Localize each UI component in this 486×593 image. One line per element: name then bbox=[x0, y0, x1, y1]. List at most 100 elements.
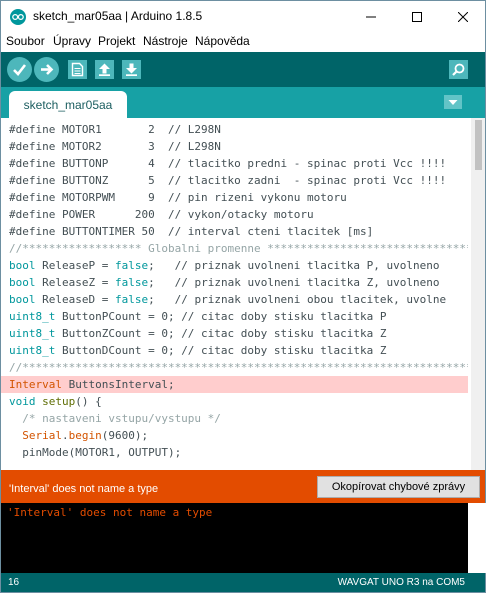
open-icon bbox=[99, 63, 110, 76]
chevron-down-icon bbox=[448, 99, 458, 105]
code-token: . bbox=[62, 429, 69, 442]
code-token: false bbox=[114, 276, 149, 289]
code-token: #define BUTTONZ 5 // tlacitko zadni - sp… bbox=[9, 174, 447, 187]
serial-monitor-button[interactable] bbox=[446, 57, 471, 82]
code-line: bool ReleaseP = false; // priznak uvolne… bbox=[1, 257, 468, 274]
menu-help[interactable]: Nápověda bbox=[195, 34, 250, 48]
code-token: ButtonsInterval; bbox=[61, 378, 175, 391]
console-scrollbar[interactable] bbox=[468, 503, 486, 573]
code-line: void setup() { bbox=[1, 393, 468, 410]
code-token: uint8_t bbox=[9, 310, 56, 323]
verify-button[interactable] bbox=[7, 57, 32, 82]
editor-scroll-thumb[interactable] bbox=[475, 120, 482, 170]
code-token: pinMode(MOTOR1, OUTPUT); bbox=[9, 446, 182, 459]
code-line: uint8_t ButtonPCount = 0; // citac doby … bbox=[1, 308, 468, 325]
code-token: #define MOTOR2 3 // L298N bbox=[9, 140, 221, 153]
menu-edit[interactable]: Úpravy bbox=[53, 34, 91, 48]
menu-file[interactable]: Soubor bbox=[6, 34, 45, 48]
code-line: #define BUTTONZ 5 // tlacitko zadni - sp… bbox=[1, 172, 468, 189]
save-icon bbox=[126, 63, 137, 76]
code-token: ; // priznak uvolneni tlacitka Z, uvolne… bbox=[148, 276, 440, 289]
serial-monitor-icon bbox=[452, 63, 465, 76]
title-bar: sketch_mar05aa | Arduino 1.8.5 bbox=[0, 0, 486, 32]
code-line: bool ReleaseD = false; // priznak uvolne… bbox=[1, 291, 468, 308]
minimize-icon bbox=[366, 16, 376, 17]
code-line: #define MOTOR2 3 // L298N bbox=[1, 138, 468, 155]
menu-sketch[interactable]: Projekt bbox=[98, 34, 135, 48]
code-token: false bbox=[114, 259, 149, 272]
code-token: bool bbox=[9, 293, 36, 306]
tab-bar: sketch_mar05aa bbox=[0, 87, 486, 118]
verify-icon bbox=[13, 64, 27, 76]
window-title: sketch_mar05aa | Arduino 1.8.5 bbox=[33, 9, 203, 23]
code-line: Serial.begin(9600); bbox=[1, 427, 468, 444]
code-token: #define BUTTONTIMER 50 // interval cteni… bbox=[9, 225, 374, 238]
code-token: ButtonPCount = 0; // citac doby stisku t… bbox=[55, 310, 387, 323]
error-status-bar: 'Interval' does not name a type Okopírov… bbox=[0, 470, 486, 503]
code-line: /* nastaveni vstupu/vystupu */ bbox=[1, 410, 468, 427]
code-token: () { bbox=[75, 395, 102, 408]
code-token: ButtonZCount = 0; // citac doby stisku t… bbox=[55, 327, 387, 340]
new-icon bbox=[71, 62, 84, 77]
code-token: ReleaseZ = bbox=[35, 276, 115, 289]
menu-bar: Soubor Úpravy Projekt Nástroje Nápověda bbox=[0, 32, 486, 52]
tab-menu-button[interactable] bbox=[444, 95, 462, 109]
code-token: ReleaseP = bbox=[35, 259, 115, 272]
close-button[interactable] bbox=[440, 1, 486, 32]
tab-sketch[interactable]: sketch_mar05aa bbox=[9, 91, 127, 118]
code-editor[interactable]: #define MOTOR1 2 // L298N #define MOTOR2 … bbox=[0, 118, 486, 470]
code-token: (9600); bbox=[101, 429, 149, 442]
code-line: uint8_t ButtonDCount = 0; // citac doby … bbox=[1, 342, 468, 359]
code-token: #define BUTTONP 4 // tlacitko predni - s… bbox=[9, 157, 447, 170]
console-output: 'Interval' does not name a type bbox=[0, 503, 486, 573]
code-line: //****************** Globalni promenne *… bbox=[1, 240, 468, 257]
editor-scrollbar[interactable] bbox=[471, 118, 485, 470]
code-line: uint8_t ButtonZCount = 0; // citac doby … bbox=[1, 325, 468, 342]
menu-tools[interactable]: Nástroje bbox=[143, 34, 188, 48]
code-line: bool ReleaseZ = false; // priznak uvolne… bbox=[1, 274, 468, 291]
code-line: Interval ButtonsInterval; bbox=[1, 376, 468, 393]
upload-button[interactable] bbox=[34, 57, 59, 82]
save-button[interactable] bbox=[119, 57, 144, 82]
code-token: //****************** Globalni promenne *… bbox=[9, 242, 468, 255]
code-token: ; // priznak uvolneni tlacitka P, uvolne… bbox=[148, 259, 440, 272]
arduino-logo-icon bbox=[10, 9, 26, 25]
maximize-icon bbox=[412, 11, 422, 22]
code-token: begin bbox=[68, 429, 102, 442]
new-sketch-button[interactable] bbox=[65, 57, 90, 82]
upload-icon bbox=[41, 64, 54, 75]
code-token: #define MOTORPWM 9 // pin rizeni vykonu … bbox=[9, 191, 347, 204]
board-port-info: WAVGAT UNO R3 na COM5 bbox=[337, 577, 465, 588]
status-message: 'Interval' does not name a type bbox=[9, 483, 159, 495]
footer-status: 16 WAVGAT UNO R3 na COM5 bbox=[0, 573, 486, 593]
code-token: Serial bbox=[22, 429, 62, 442]
code-token: #define MOTOR1 2 // L298N bbox=[9, 123, 221, 136]
copy-error-messages-button[interactable]: Okopírovat chybové zprávy bbox=[317, 476, 480, 498]
code-token: uint8_t bbox=[9, 344, 56, 357]
code-line: //**************************************… bbox=[1, 359, 468, 376]
console-scroll-thumb[interactable] bbox=[471, 505, 481, 553]
code-token: //**************************************… bbox=[9, 361, 468, 374]
code-token: /* nastaveni vstupu/vystupu */ bbox=[9, 412, 221, 425]
maximize-button[interactable] bbox=[394, 1, 440, 32]
open-button[interactable] bbox=[92, 57, 117, 82]
code-token: setup bbox=[42, 395, 76, 408]
code-token: ReleaseD = bbox=[35, 293, 115, 306]
code-token: ; // priznak uvolneni obou tlacitek, uvo… bbox=[148, 293, 447, 306]
code-token: bool bbox=[9, 276, 36, 289]
code-token: Interval bbox=[9, 378, 62, 391]
close-icon bbox=[458, 11, 468, 22]
minimize-button[interactable] bbox=[348, 1, 394, 32]
line-number: 16 bbox=[8, 577, 20, 588]
code-line: #define BUTTONTIMER 50 // interval cteni… bbox=[1, 223, 468, 240]
code-token: bool bbox=[9, 259, 36, 272]
code-line: #define MOTOR1 2 // L298N bbox=[1, 121, 468, 138]
code-token: uint8_t bbox=[9, 327, 56, 340]
console-text: 'Interval' does not name a type bbox=[7, 506, 213, 519]
toolbar bbox=[0, 52, 486, 87]
code-token: #define POWER 200 // vykon/otacky motoru bbox=[9, 208, 314, 221]
code-line: pinMode(MOTOR1, OUTPUT); bbox=[1, 444, 468, 461]
code-token: void bbox=[9, 395, 36, 408]
code-token: false bbox=[114, 293, 149, 306]
